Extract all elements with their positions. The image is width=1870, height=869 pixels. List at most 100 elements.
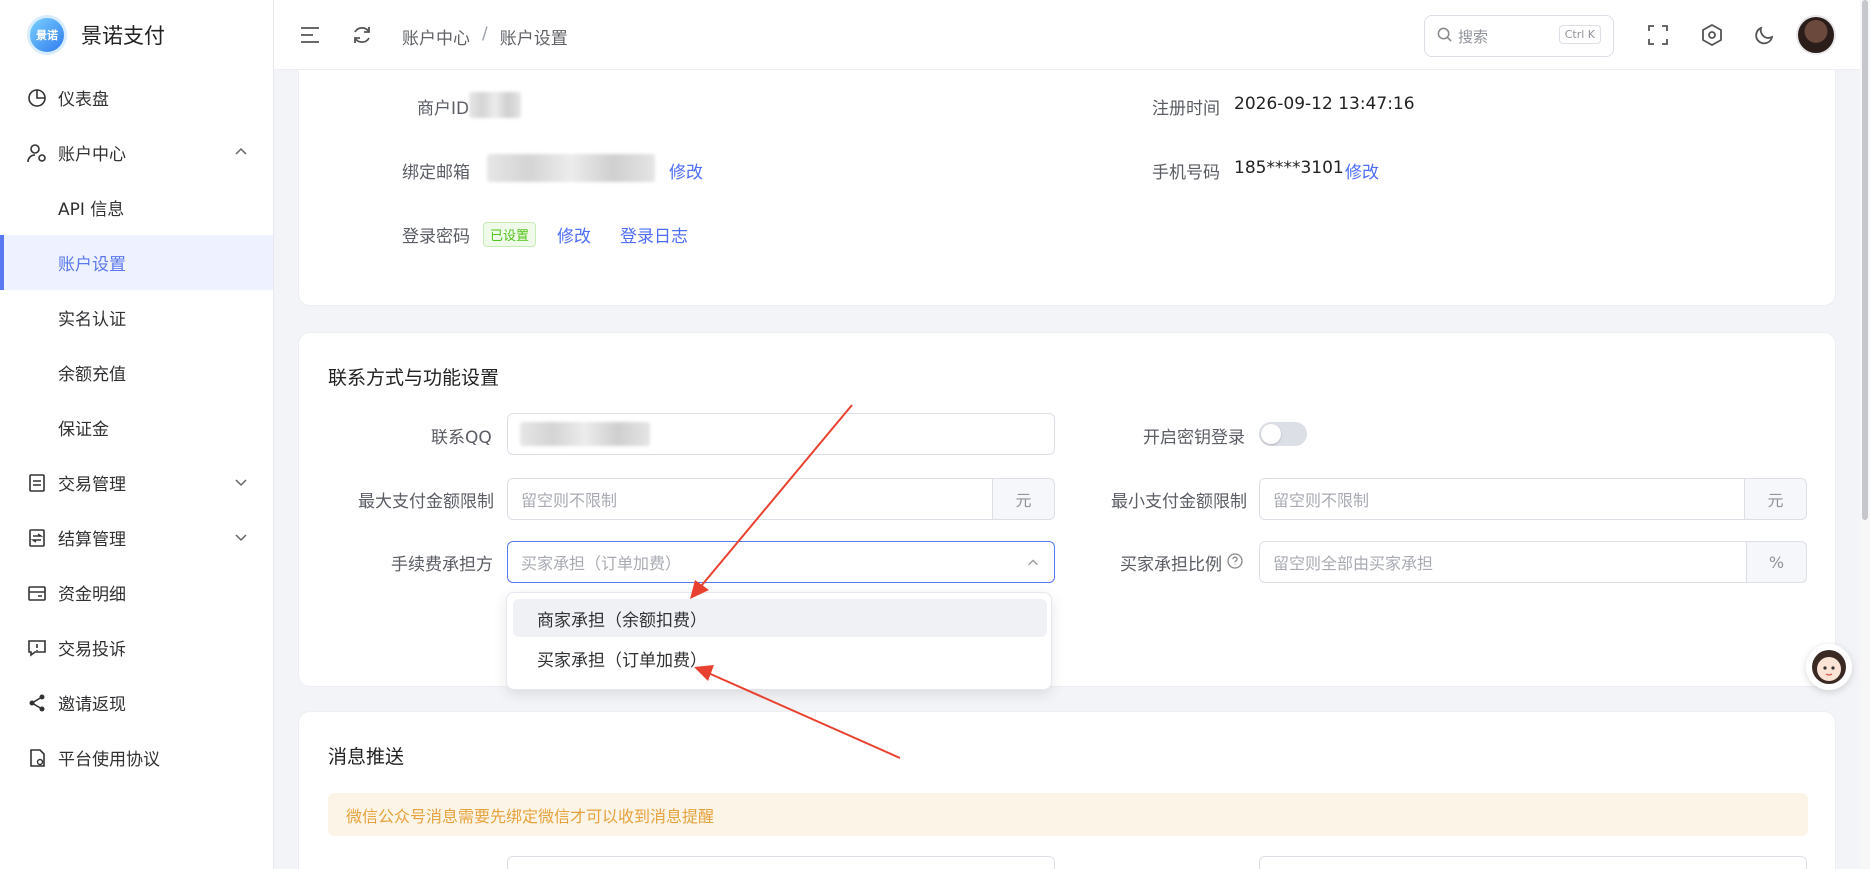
alert-icon — [26, 637, 48, 659]
file-icon — [26, 747, 48, 769]
wallet-icon — [26, 582, 48, 604]
chevron-up-icon — [233, 144, 249, 160]
breadcrumb-account-center[interactable]: 账户中心 — [402, 24, 470, 49]
phone-edit-link[interactable]: 修改 — [1345, 158, 1379, 183]
sidebar-item-label: 账户中心 — [58, 145, 126, 165]
min-pay-placeholder: 留空则不限制 — [1273, 491, 1370, 510]
search-icon — [1437, 27, 1452, 46]
search-box[interactable]: 搜索 Ctrl K — [1424, 15, 1614, 57]
sidebar-item-settlement[interactable]: 结算管理 — [0, 510, 273, 565]
sidebar: 景诺 景诺支付 仪表盘 账户中心 API 信息 账户设置 实名认证 余额充值 保… — [0, 0, 274, 869]
fee-payer-select[interactable]: 买家承担（订单加费） — [507, 541, 1055, 583]
sidebar-item-real-name[interactable]: 实名认证 — [0, 290, 273, 345]
help-circle-icon[interactable] — [1227, 553, 1243, 573]
sidebar-item-recharge[interactable]: 余额充值 — [0, 345, 273, 400]
max-pay-placeholder: 留空则不限制 — [521, 491, 618, 510]
qq-redacted — [520, 422, 650, 446]
max-pay-input[interactable]: 留空则不限制 — [507, 478, 993, 520]
scrollbar-thumb[interactable] — [1862, 0, 1868, 520]
secret-login-toggle[interactable] — [1259, 422, 1307, 446]
message-push-card: 消息推送 — [298, 711, 1836, 869]
qq-input[interactable] — [507, 413, 1055, 455]
min-pay-input[interactable]: 留空则不限制 — [1259, 478, 1745, 520]
assistant-face-icon — [1812, 650, 1846, 684]
email-redacted — [487, 154, 655, 182]
buyer-ratio-label: 买家承担比例 — [1120, 555, 1222, 575]
min-pay-unit: 元 — [1744, 478, 1807, 520]
brand[interactable]: 景诺 景诺支付 — [0, 0, 273, 70]
menu-toggle-icon[interactable] — [298, 23, 322, 47]
chevron-up-icon — [1026, 555, 1040, 574]
settings-icon[interactable] — [1700, 23, 1724, 47]
sidebar-item-label: 交易管理 — [58, 475, 126, 495]
sidebar-item-dashboard[interactable]: 仪表盘 — [0, 70, 273, 125]
sidebar-item-label: 平台使用协议 — [58, 750, 160, 770]
dropdown-option-merchant[interactable]: 商家承担（余额扣费） — [513, 599, 1047, 637]
chevron-down-icon — [233, 474, 249, 490]
sidebar-item-invite[interactable]: 邀请返现 — [0, 675, 273, 730]
sidebar-item-label: 邀请返现 — [58, 695, 126, 715]
dark-mode-icon[interactable] — [1752, 23, 1776, 47]
phone-value: 185****3101 — [1234, 158, 1344, 178]
sidebar-item-funds[interactable]: 资金明细 — [0, 565, 273, 620]
email-edit-link[interactable]: 修改 — [669, 158, 703, 183]
min-pay-label: 最小支付金额限制 — [1111, 492, 1247, 512]
phone-label: 手机号码 — [1152, 163, 1220, 183]
email-label: 绑定邮箱 — [402, 163, 470, 183]
account-info-card: 商户ID 注册时间 2026-09-12 13:47:16 绑定邮箱 修改 手机… — [298, 70, 1836, 306]
avatar[interactable] — [1796, 15, 1836, 55]
push-input-left[interactable] — [507, 856, 1055, 869]
buyer-ratio-placeholder: 留空则全部由买家承担 — [1273, 554, 1434, 573]
fullscreen-icon[interactable] — [1646, 23, 1670, 47]
dropdown-option-buyer[interactable]: 买家承担（订单加费） — [513, 639, 1047, 677]
merchant-id-redacted — [469, 92, 521, 118]
buyer-ratio-input[interactable]: 留空则全部由买家承担 — [1259, 541, 1747, 583]
breadcrumb-separator: / — [482, 24, 488, 44]
sidebar-item-label: 资金明细 — [58, 585, 126, 605]
chevron-down-icon — [233, 529, 249, 545]
top-header: 账户中心 / 账户设置 搜索 Ctrl K — [274, 0, 1870, 70]
sidebar-item-account-settings[interactable]: 账户设置 — [0, 235, 273, 290]
sidebar-item-label: 仪表盘 — [58, 90, 109, 110]
buyer-ratio-unit: % — [1746, 541, 1807, 583]
fee-payer-dropdown: 商家承担（余额扣费） 买家承担（订单加费） — [506, 592, 1052, 690]
password-status-badge: 已设置 — [483, 222, 537, 247]
qq-label: 联系QQ — [431, 428, 492, 448]
login-log-link[interactable]: 登录日志 — [620, 222, 688, 247]
section-title: 消息推送 — [328, 746, 405, 768]
push-input-right[interactable] — [1259, 856, 1807, 869]
register-time-value: 2026-09-12 13:47:16 — [1234, 94, 1415, 114]
brand-name: 景诺支付 — [81, 24, 165, 48]
assistant-avatar-button[interactable] — [1806, 644, 1852, 690]
secret-login-label: 开启密钥登录 — [1143, 428, 1245, 448]
app-root: 景诺 景诺支付 仪表盘 账户中心 API 信息 账户设置 实名认证 余额充值 保… — [0, 0, 1870, 869]
sidebar-item-api-info[interactable]: API 信息 — [0, 180, 273, 235]
search-placeholder: 搜索 — [1458, 27, 1489, 46]
breadcrumb-account-settings: 账户设置 — [499, 29, 568, 49]
fee-payer-value: 买家承担（订单加费） — [521, 554, 682, 573]
sidebar-item-deposit[interactable]: 保证金 — [0, 400, 273, 455]
search-shortcut: Ctrl K — [1558, 25, 1601, 44]
max-pay-label: 最大支付金额限制 — [358, 492, 494, 512]
password-edit-link[interactable]: 修改 — [557, 222, 591, 247]
sidebar-item-trade[interactable]: 交易管理 — [0, 455, 273, 510]
document-icon — [26, 472, 48, 494]
scrollbar[interactable] — [1860, 0, 1870, 869]
wechat-notice: 微信公众号消息需要先绑定微信才可以收到消息提醒 — [328, 793, 1808, 836]
brand-logo: 景诺 — [27, 15, 67, 55]
sidebar-item-label: 结算管理 — [58, 530, 126, 550]
password-label: 登录密码 — [402, 227, 470, 247]
max-pay-unit: 元 — [992, 478, 1055, 520]
sidebar-item-complaints[interactable]: 交易投诉 — [0, 620, 273, 675]
sidebar-item-account-center[interactable]: 账户中心 — [0, 125, 273, 180]
merchant-id-label: 商户ID — [417, 99, 470, 119]
fee-payer-label: 手续费承担方 — [391, 555, 493, 575]
section-title: 联系方式与功能设置 — [328, 367, 500, 389]
sidebar-item-agreement[interactable]: 平台使用协议 — [0, 730, 273, 785]
refresh-icon[interactable] — [350, 23, 374, 47]
pie-chart-icon — [26, 87, 48, 109]
sidebar-item-label: 交易投诉 — [58, 640, 126, 660]
breadcrumb: 账户中心 / 账户设置 — [402, 24, 568, 49]
user-settings-icon — [26, 142, 48, 164]
settlement-icon — [26, 527, 48, 549]
